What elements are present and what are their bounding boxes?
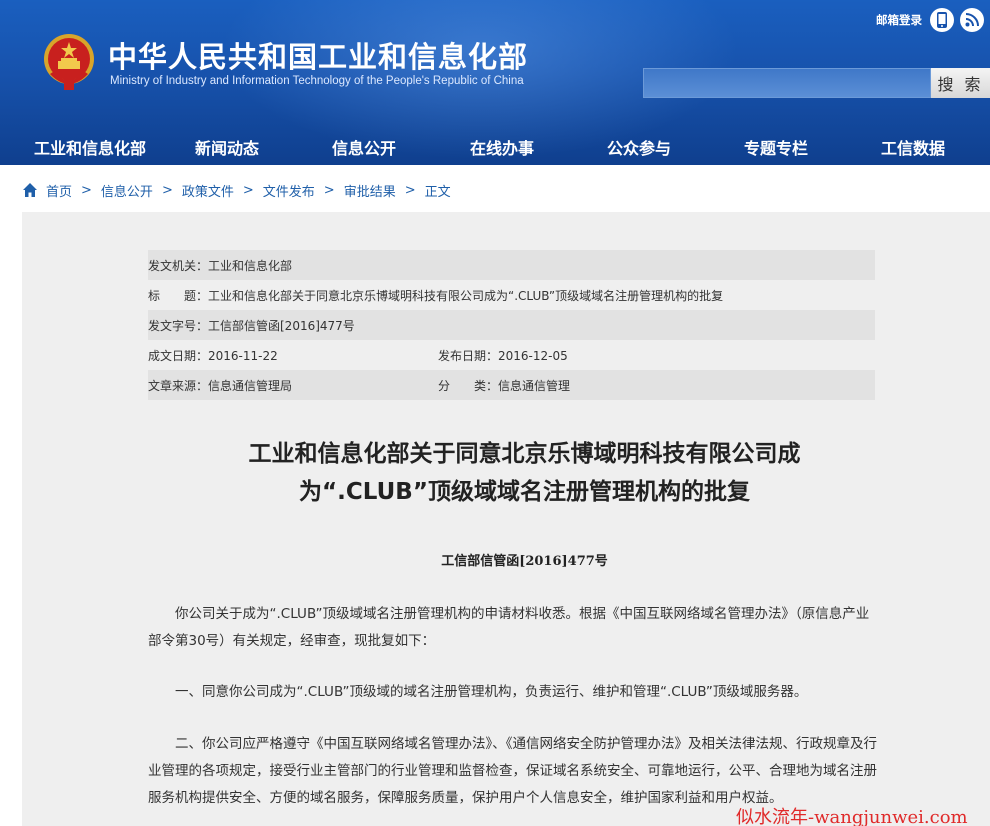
breadcrumb: 首页 > 信息公开 > 政策文件 > 文件发布 > 审批结果 > 正文 [22, 180, 451, 200]
body-paragraph-1: 你公司关于成为“.CLUB”顶级域域名注册管理机构的申请材料收悉。根据《中国互联… [148, 606, 870, 649]
meta-issuer: 发文机关：工业和信息化部 [148, 258, 293, 273]
breadcrumb-separator: > [404, 182, 416, 198]
meta-row-source: 文章来源：信息通信管理局 分 类：信息通信管理 [148, 370, 875, 400]
nav-item-public-participation[interactable]: 公众参与 [607, 135, 671, 159]
site-subtitle: Ministry of Industry and Information Tec… [110, 75, 524, 87]
breadcrumb-file-release[interactable]: 文件发布 [263, 181, 315, 200]
nav-item-ministry[interactable]: 工业和信息化部 [34, 135, 146, 159]
watermark-text: 似水流年-wangjunwei.com [736, 807, 968, 826]
nav-item-news[interactable]: 新闻动态 [195, 135, 259, 159]
rss-icon[interactable] [960, 8, 984, 32]
breadcrumb-home[interactable]: 首页 [46, 181, 72, 200]
document-title: 工业和信息化部关于同意北京乐博域明科技有限公司成 为“.CLUB”顶级域域名注册… [22, 435, 990, 511]
document-title-line-2: 为“.CLUB”顶级域域名注册管理机构的批复 [299, 479, 750, 505]
meta-row-subject: 标 题：工业和信息化部关于同意北京乐博域明科技有限公司成为“.CLUB”顶级域域… [148, 280, 875, 310]
search-input[interactable] [643, 68, 931, 98]
breadcrumb-policy-documents[interactable]: 政策文件 [182, 181, 234, 200]
meta-published-date: 发布日期：2016-12-05 [438, 348, 568, 363]
nav-item-data[interactable]: 工信数据 [881, 135, 945, 159]
breadcrumb-separator: > [161, 182, 173, 198]
breadcrumb-separator: > [242, 182, 254, 198]
document-meta-table: 发文机关：工业和信息化部 标 题：工业和信息化部关于同意北京乐博域明科技有限公司… [148, 250, 875, 400]
top-links: 邮箱登录 [876, 7, 990, 33]
meta-doc-number: 发文字号：工信部信管函[2016]477号 [148, 318, 355, 333]
meta-source: 文章来源：信息通信管理局 [148, 378, 293, 393]
breadcrumb-current: 正文 [424, 184, 451, 200]
breadcrumb-separator: > [81, 182, 92, 198]
document-title-line-1: 工业和信息化部关于同意北京乐博域明科技有限公司成 [248, 441, 801, 467]
breadcrumb-separator: > [323, 182, 335, 198]
body-paragraph-3: 二、你公司应严格遵守《中国互联网络域名管理办法》、《通信网络安全防护管理办法》及… [148, 736, 877, 806]
main-nav: 工业和信息化部 新闻动态 信息公开 在线办事 公众参与 专题专栏 工信数据 [0, 128, 990, 165]
meta-row-doc-no: 发文字号：工信部信管函[2016]477号 [148, 310, 875, 340]
meta-created-date: 成文日期：2016-11-22 [148, 348, 278, 363]
document-number: 工信部信管函[2016]477号 [441, 554, 608, 569]
breadcrumb-info-disclosure[interactable]: 信息公开 [101, 181, 153, 200]
site-header: 中华人民共和国工业和信息化部 Ministry of Industry and … [0, 0, 990, 165]
meta-subject: 标 题：工业和信息化部关于同意北京乐博域明科技有限公司成为“.CLUB”顶级域域… [148, 288, 724, 303]
national-emblem-icon[interactable] [42, 32, 96, 92]
nav-item-special-topics[interactable]: 专题专栏 [744, 135, 808, 159]
mail-login-link[interactable]: 邮箱登录 [876, 12, 922, 28]
article-content: 发文机关：工业和信息化部 标 题：工业和信息化部关于同意北京乐博域明科技有限公司… [22, 212, 990, 826]
home-icon[interactable] [22, 182, 38, 198]
nav-item-online-service[interactable]: 在线办事 [470, 135, 534, 159]
meta-row-issuer: 发文机关：工业和信息化部 [148, 250, 875, 280]
site-title[interactable]: 中华人民共和国工业和信息化部 [108, 34, 528, 76]
search-button[interactable]: 搜 索 [931, 68, 990, 98]
mobile-phone-icon[interactable] [930, 8, 954, 32]
breadcrumb-approval-results[interactable]: 审批结果 [344, 181, 396, 200]
nav-item-info-disclosure[interactable]: 信息公开 [332, 135, 396, 159]
body-paragraph-2: 一、同意你公司成为“.CLUB”顶级域的域名注册管理机构，负责运行、维护和管理“… [175, 684, 808, 700]
meta-category: 分 类：信息通信管理 [438, 378, 571, 393]
meta-row-dates: 成文日期：2016-11-22 发布日期：2016-12-05 [148, 340, 875, 370]
